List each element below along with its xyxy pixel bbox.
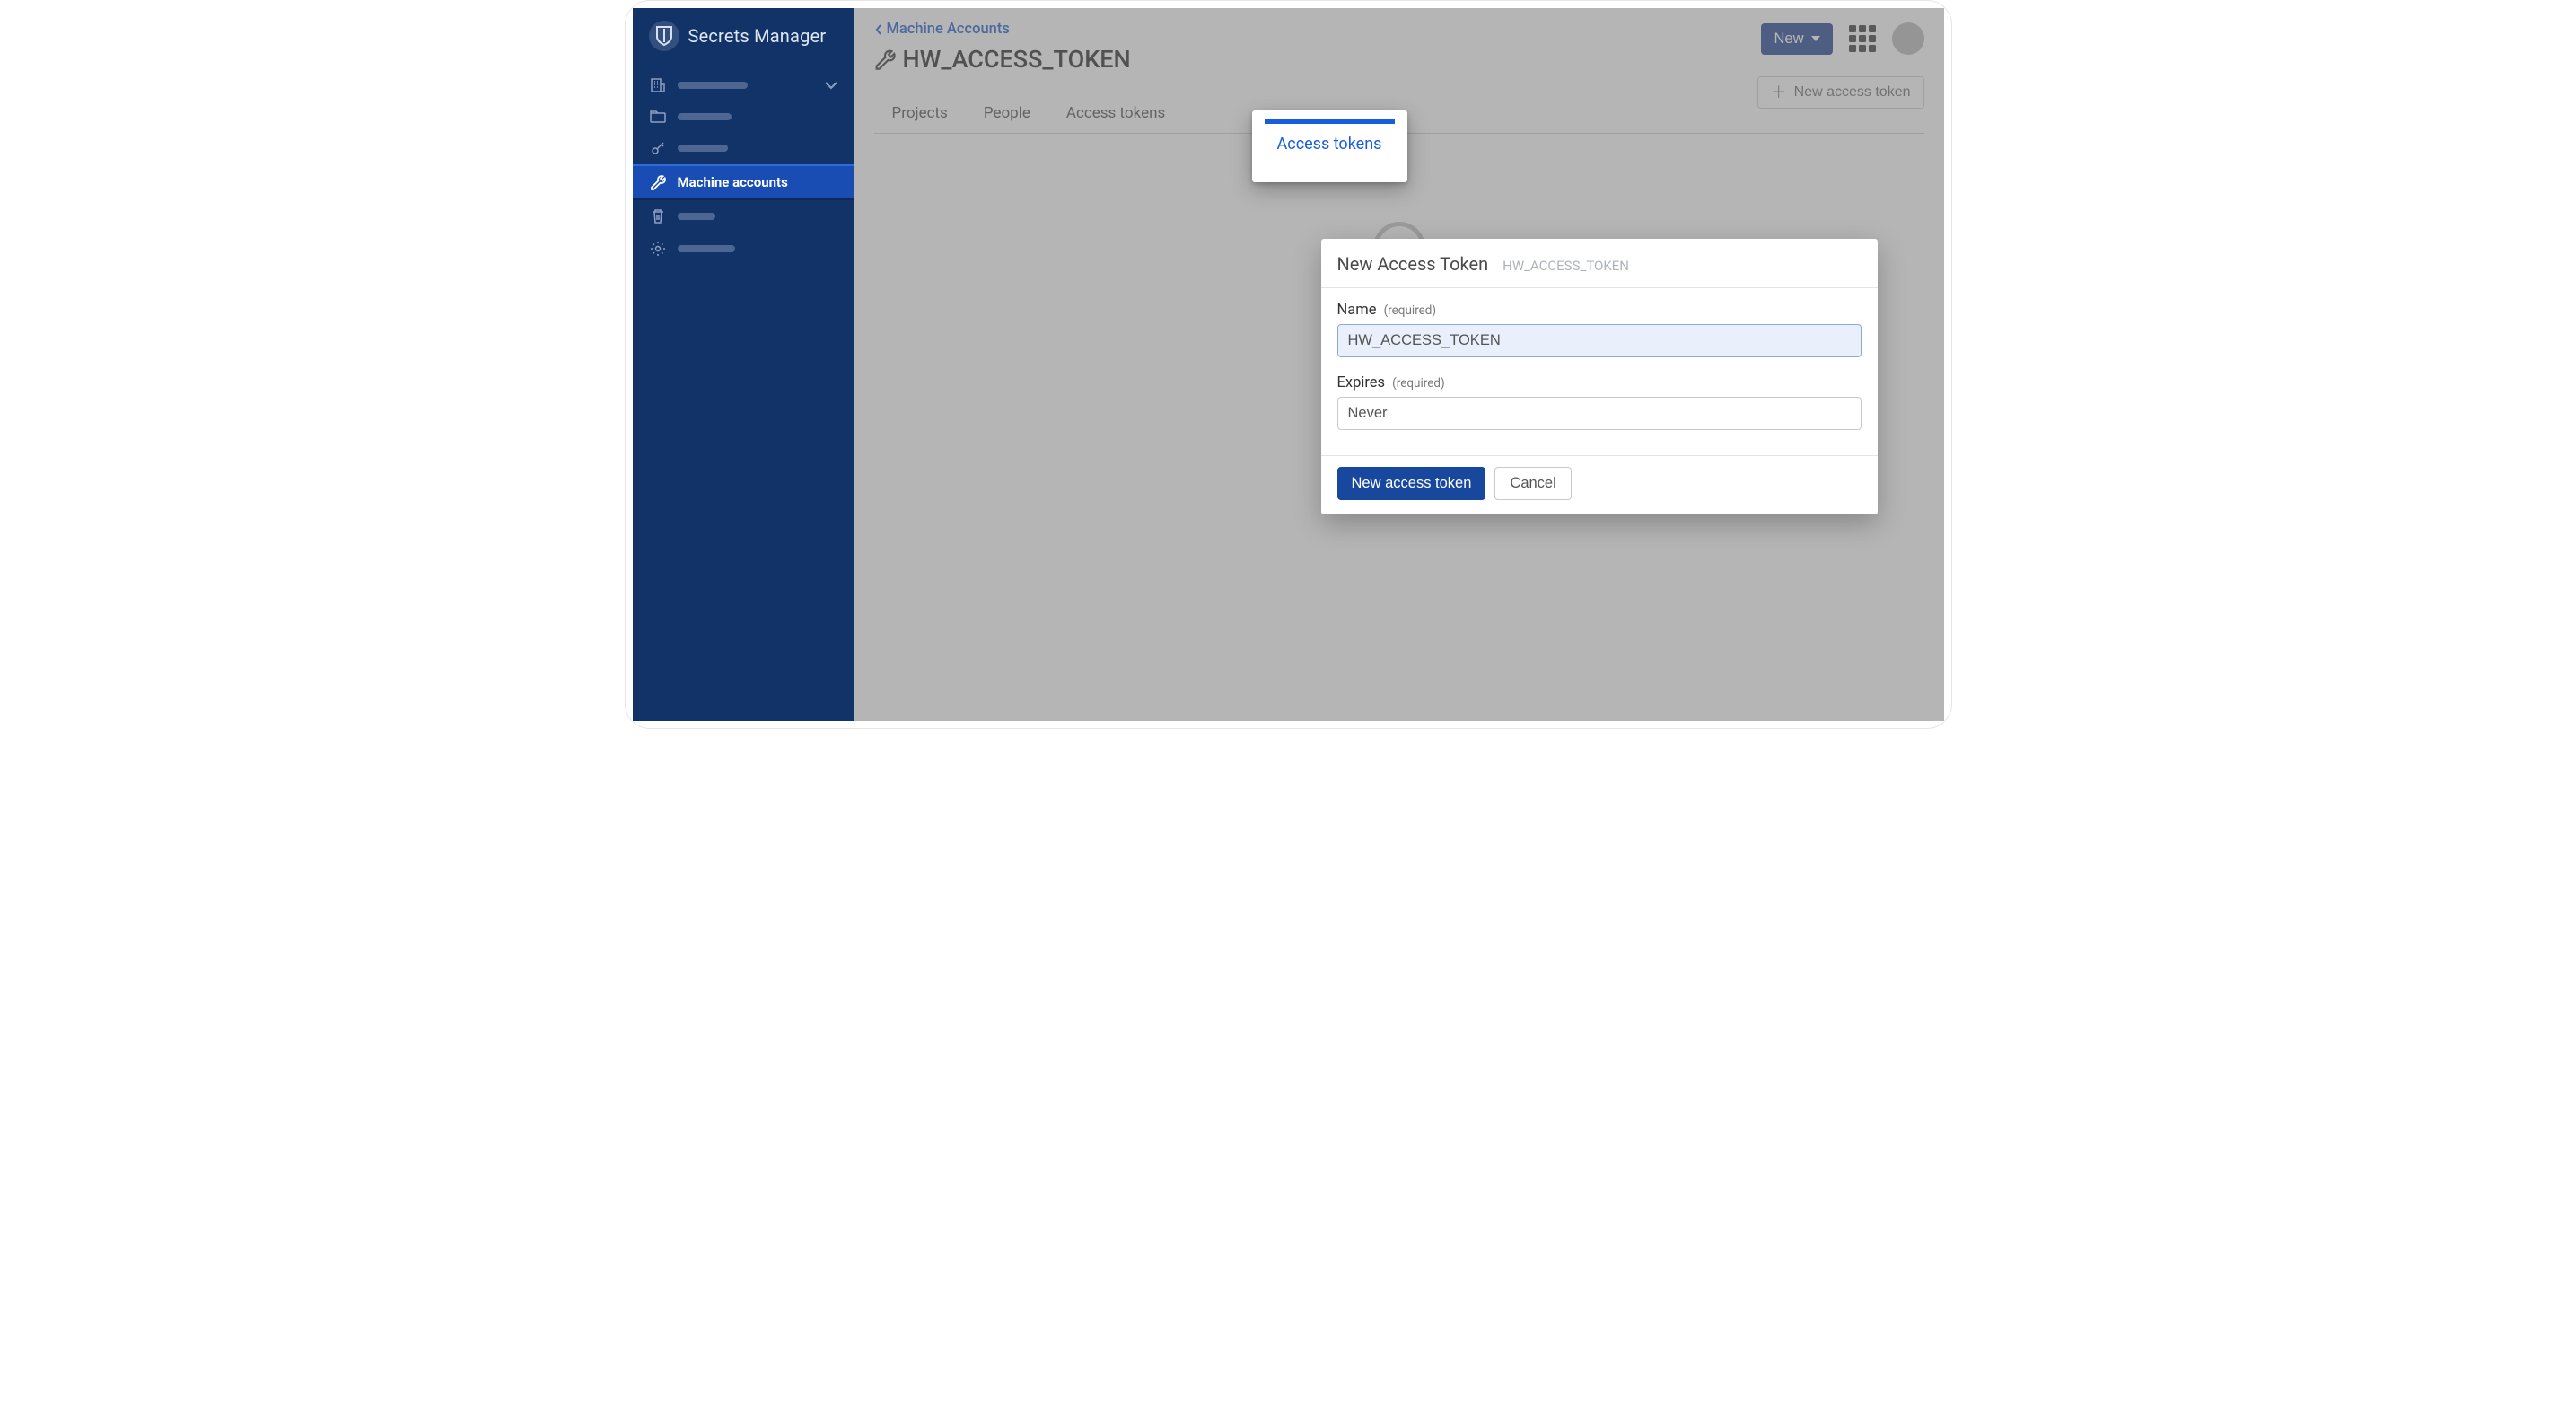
modal-subtitle: HW_ACCESS_TOKEN	[1503, 258, 1629, 274]
expires-label-text: Expires	[1337, 374, 1386, 391]
trash-icon	[649, 208, 667, 224]
modal-submit-button[interactable]: New access token	[1337, 467, 1486, 500]
sidebar-item-placeholder	[678, 113, 732, 120]
nav: Machine accounts	[633, 60, 854, 265]
tab-access-tokens-highlight: Access tokens	[1252, 110, 1407, 182]
modal-cancel-button[interactable]: Cancel	[1494, 467, 1571, 500]
sidebar-item-secrets[interactable]	[633, 132, 854, 164]
brand: Secrets Manager	[633, 8, 854, 60]
gear-icon	[649, 241, 667, 257]
modal-title: New Access Token	[1337, 253, 1489, 275]
sidebar-item-trash[interactable]	[633, 200, 854, 233]
brand-title: Secrets Manager	[688, 25, 827, 47]
name-label: Name (required)	[1337, 302, 1437, 319]
sidebar-item-settings[interactable]	[633, 233, 854, 265]
key-icon	[649, 140, 667, 156]
new-access-token-modal: New Access Token HW_ACCESS_TOKEN Name (r…	[1321, 239, 1878, 514]
expires-required: (required)	[1392, 376, 1445, 391]
sidebar-item-placeholder	[678, 213, 715, 220]
sidebar-item-projects[interactable]	[633, 101, 854, 132]
sidebar-item-machine-accounts[interactable]: Machine accounts	[633, 164, 854, 200]
brand-logo-icon	[649, 21, 679, 51]
sidebar: Secrets Manager	[633, 8, 854, 721]
main: Machine Accounts HW_ACCESS_TOKEN New	[854, 8, 1944, 721]
expires-input[interactable]	[1337, 397, 1862, 430]
modal-body: Name (required) Expires (required)	[1321, 288, 1878, 455]
sidebar-item-placeholder	[678, 82, 748, 89]
modal-footer: New access token Cancel	[1321, 455, 1878, 514]
name-required: (required)	[1384, 303, 1437, 318]
chevron-down-icon	[824, 81, 838, 90]
wrench-icon	[649, 174, 667, 190]
expires-label: Expires (required)	[1337, 374, 1445, 391]
name-label-text: Name	[1337, 302, 1377, 319]
folder-icon	[649, 110, 667, 124]
name-input[interactable]	[1337, 324, 1862, 357]
modal-header: New Access Token HW_ACCESS_TOKEN	[1321, 239, 1878, 288]
tab-access-tokens-highlight-label[interactable]: Access tokens	[1265, 119, 1395, 164]
sidebar-item-org[interactable]	[633, 69, 854, 101]
sidebar-item-label: Machine accounts	[678, 174, 788, 190]
sidebar-item-placeholder	[678, 145, 728, 152]
building-icon	[649, 77, 667, 93]
sidebar-item-placeholder	[678, 245, 735, 252]
